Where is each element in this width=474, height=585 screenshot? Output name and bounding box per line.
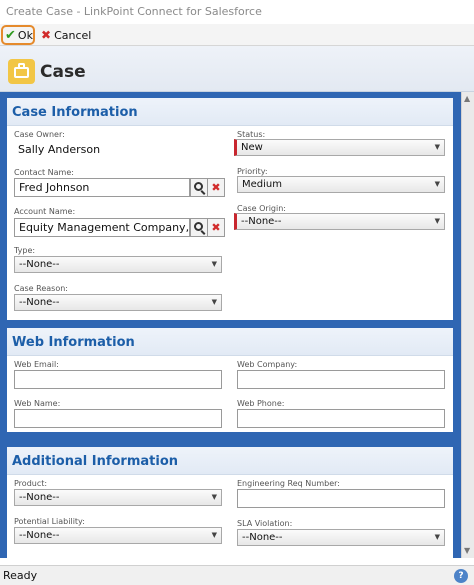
section-additional-information: Additional Information Product: --None--… bbox=[7, 447, 453, 558]
case-owner-value: Sally Anderson bbox=[18, 143, 101, 156]
help-icon[interactable]: ? bbox=[454, 569, 468, 583]
sla-violation-label: SLA Violation: bbox=[237, 519, 293, 528]
record-header: Case bbox=[0, 46, 474, 92]
cancel-button[interactable]: ✖ Cancel bbox=[40, 25, 91, 45]
type-select[interactable]: --None-- ▼ bbox=[14, 256, 222, 273]
account-name-input[interactable]: Equity Management Company, LLC bbox=[14, 218, 190, 237]
status-value: New bbox=[241, 142, 263, 153]
web-email-input[interactable] bbox=[14, 370, 222, 389]
chevron-down-icon: ▼ bbox=[434, 143, 440, 151]
clear-x-icon: ✖ bbox=[211, 221, 221, 234]
web-company-label: Web Company: bbox=[237, 360, 298, 369]
product-select[interactable]: --None-- ▼ bbox=[14, 489, 222, 506]
x-icon: ✖ bbox=[41, 28, 52, 42]
case-reason-select[interactable]: --None-- ▼ bbox=[14, 294, 222, 311]
status-bar: Ready ? bbox=[0, 565, 474, 585]
chevron-down-icon: ▼ bbox=[211, 298, 217, 306]
contact-name-input[interactable]: Fred Johnson bbox=[14, 178, 190, 197]
potential-liability-label: Potential Liability: bbox=[14, 517, 85, 526]
contact-name-label: Contact Name: bbox=[14, 168, 74, 177]
web-name-input[interactable] bbox=[14, 409, 222, 428]
type-value: --None-- bbox=[19, 259, 60, 270]
potential-liability-select[interactable]: --None-- ▼ bbox=[14, 527, 222, 544]
section-title: Web Information bbox=[12, 335, 135, 350]
section-title: Additional Information bbox=[12, 454, 179, 469]
toolbar: ✔ Ok ✖ Cancel bbox=[0, 24, 474, 46]
web-name-label: Web Name: bbox=[14, 399, 61, 408]
engineering-req-input[interactable] bbox=[237, 489, 445, 508]
section-header: Case Information bbox=[7, 98, 453, 126]
ok-label: Ok bbox=[17, 28, 33, 42]
account-clear-button[interactable]: ✖ bbox=[207, 218, 225, 237]
status-select[interactable]: New ▼ bbox=[234, 139, 445, 156]
product-value: --None-- bbox=[19, 492, 60, 503]
form-scroll-area: Case Information Case Owner: Sally Ander… bbox=[0, 92, 474, 558]
magnifier-icon bbox=[193, 222, 203, 231]
section-title: Case Information bbox=[12, 105, 138, 120]
case-reason-label: Case Reason: bbox=[14, 284, 68, 293]
chevron-down-icon: ▼ bbox=[211, 260, 217, 268]
magnifier-icon bbox=[193, 182, 203, 191]
type-label: Type: bbox=[14, 246, 36, 255]
priority-value: Medium bbox=[242, 179, 282, 190]
page-title: Case bbox=[40, 62, 86, 82]
section-header: Web Information bbox=[7, 328, 453, 356]
scroll-down-icon[interactable]: ▼ bbox=[464, 546, 470, 555]
product-label: Product: bbox=[14, 479, 48, 488]
case-reason-value: --None-- bbox=[19, 297, 60, 308]
priority-select[interactable]: Medium ▼ bbox=[237, 176, 445, 193]
engineering-req-label: Engineering Req Number: bbox=[237, 479, 340, 488]
chevron-down-icon: ▼ bbox=[211, 531, 217, 539]
account-name-label: Account Name: bbox=[14, 207, 76, 216]
case-origin-value: --None-- bbox=[241, 216, 282, 227]
scroll-up-icon[interactable]: ▲ bbox=[464, 94, 470, 103]
web-email-label: Web Email: bbox=[14, 360, 59, 369]
web-phone-input[interactable] bbox=[237, 409, 445, 428]
vertical-scrollbar[interactable]: ▲ ▼ bbox=[461, 92, 474, 558]
potential-liability-value: --None-- bbox=[19, 530, 60, 541]
section-header: Additional Information bbox=[7, 447, 453, 475]
web-phone-label: Web Phone: bbox=[237, 399, 285, 408]
case-owner-label: Case Owner: bbox=[14, 130, 65, 139]
chevron-down-icon: ▼ bbox=[434, 533, 440, 541]
ok-button[interactable]: ✔ Ok bbox=[1, 25, 35, 45]
cancel-label: Cancel bbox=[54, 28, 92, 42]
check-icon: ✔ bbox=[5, 27, 16, 43]
section-case-information: Case Information Case Owner: Sally Ander… bbox=[7, 98, 453, 320]
window-title: Create Case - LinkPoint Connect for Sale… bbox=[0, 0, 474, 24]
web-company-input[interactable] bbox=[237, 370, 445, 389]
sla-violation-value: --None-- bbox=[242, 532, 283, 543]
briefcase-icon bbox=[8, 59, 35, 84]
account-lookup-button[interactable] bbox=[190, 218, 208, 237]
chevron-down-icon: ▼ bbox=[434, 180, 440, 188]
chevron-down-icon: ▼ bbox=[211, 493, 217, 501]
status-text: Ready bbox=[3, 569, 38, 582]
chevron-down-icon: ▼ bbox=[434, 217, 440, 225]
case-origin-select[interactable]: --None-- ▼ bbox=[234, 213, 445, 230]
clear-x-icon: ✖ bbox=[211, 181, 221, 194]
contact-clear-button[interactable]: ✖ bbox=[207, 178, 225, 197]
sla-violation-select[interactable]: --None-- ▼ bbox=[237, 529, 445, 546]
section-web-information: Web Information Web Email: Web Company: … bbox=[7, 328, 453, 432]
contact-lookup-button[interactable] bbox=[190, 178, 208, 197]
